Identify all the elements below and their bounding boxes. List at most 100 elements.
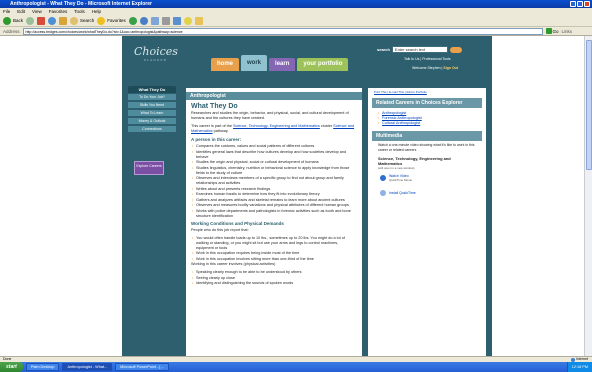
menu-favorites[interactable]: Favorites [49, 8, 68, 15]
list-item: Seeing clearly up close [191, 276, 357, 281]
list-item: Gathers and analyzes artifacts and skele… [191, 198, 357, 203]
start-button[interactable]: start [0, 362, 23, 372]
tab-work[interactable]: work [241, 55, 268, 71]
stop-button[interactable] [37, 16, 46, 25]
close-button[interactable] [584, 1, 590, 7]
menu-file[interactable]: File [3, 8, 10, 15]
related-career-link[interactable]: Cultural Anthropologist [378, 121, 476, 125]
left-nav-item-job[interactable]: To Do Your Job? [128, 94, 176, 101]
related-career-link[interactable]: Anthropologist [378, 111, 476, 115]
links-button[interactable]: Links [562, 29, 573, 34]
pathway-suffix: pathway. [213, 129, 229, 133]
printer-icon [161, 16, 170, 25]
home-button[interactable] [59, 16, 68, 25]
list-item: Observes and interviews members of a spe… [191, 176, 357, 186]
list-item: Work in this occupation involves sitting… [191, 257, 357, 262]
list-item: Studies the origin and physical, social … [191, 160, 357, 165]
cluster-link[interactable]: Science, Technology, Engineering and Mat… [233, 124, 320, 128]
history-button[interactable] [139, 16, 148, 25]
list-item: Writes about and presents research findi… [191, 187, 357, 192]
conditions-list: You would often handle loads up to 10 lb… [191, 236, 357, 262]
page-scrollbar[interactable] [584, 36, 592, 356]
address-bar: Address http://access.bridges.com/choice… [0, 27, 592, 36]
site-logo[interactable]: Choices PLANNER [134, 45, 178, 62]
tab-home[interactable]: home [211, 58, 240, 71]
menu-help[interactable]: Help [92, 8, 101, 15]
related-career-link[interactable]: Forensic Anthropologist [378, 116, 476, 120]
go-button[interactable]: Go [545, 28, 559, 34]
explore-careers-badge[interactable]: Explore Careers [134, 161, 164, 175]
window-controls [570, 1, 590, 7]
menu-tools[interactable]: Tools [74, 8, 85, 15]
quicktime-icon [380, 190, 386, 196]
search-button[interactable]: Search [70, 16, 95, 25]
watch-video-link[interactable]: Watch Video QuickTime Movie [372, 170, 482, 186]
mail-button[interactable] [150, 16, 159, 25]
occupation-title-strip: Anthropologist [186, 92, 362, 100]
back-button[interactable]: Back [3, 16, 24, 25]
logo-subtext: PLANNER [144, 58, 167, 62]
left-nav-item-skills[interactable]: Skills You Need [128, 102, 176, 109]
maximize-button[interactable] [577, 1, 583, 7]
folder-button[interactable] [194, 16, 203, 25]
scrollbar-thumb[interactable] [586, 40, 592, 170]
list-item: Speaking clearly enough to be able to be… [191, 270, 357, 275]
browser-toolbar: Back Search Favorites [0, 15, 592, 27]
taskbar-item[interactable]: Microsoft PowerPoint - [... [115, 363, 169, 371]
multimedia-cluster: Science, Technology, Engineering and Mat… [378, 156, 451, 166]
left-nav-item-connections[interactable]: Connections [128, 126, 176, 133]
page-tools-links[interactable]: Print This | E-mail This | Add to Portfo… [368, 88, 486, 96]
main-content: Anthropologist What They Do Researches a… [186, 88, 362, 356]
forward-button[interactable] [26, 16, 35, 25]
back-label: Back [13, 18, 24, 23]
related-careers-list: Anthropologist Forensic Anthropologist C… [372, 108, 482, 129]
tab-learn[interactable]: learn [269, 58, 296, 71]
tab-portfolio[interactable]: your portfolio [297, 58, 349, 71]
welcome-text: Welcome Stephen | [412, 66, 443, 70]
list-item: You would often handle loads up to 10 lb… [191, 236, 357, 251]
search-label: Search [80, 18, 95, 23]
edit-button[interactable] [172, 16, 181, 25]
globe-icon [571, 357, 576, 362]
install-quicktime-link[interactable]: Install QuickTime [372, 186, 482, 200]
multimedia-text: Watch a one-minute video showing what it… [378, 143, 475, 152]
print-button[interactable] [161, 16, 170, 25]
refresh-icon [48, 16, 57, 25]
media-button[interactable] [128, 16, 137, 25]
menu-edit[interactable]: Edit [17, 8, 25, 15]
menu-bar: File Edit View Favorites Tools Help [0, 8, 592, 15]
left-nav-item-learn[interactable]: What To Learn [128, 110, 176, 117]
site-header: Choices PLANNER home work learn your por… [122, 36, 492, 88]
taskbar-item[interactable]: Palm Desktop [25, 363, 60, 371]
list-item: Identifies general laws that describe ho… [191, 150, 357, 160]
menu-view[interactable]: View [32, 8, 42, 15]
logo-text: Choices [134, 45, 178, 58]
taskbar-item-active[interactable]: Anthropologist - What... [62, 363, 113, 371]
search-input[interactable]: Enter search text [391, 46, 448, 53]
search-go-button[interactable] [449, 46, 462, 53]
cluster-prefix: This career is part of the [191, 124, 232, 128]
list-item: Works with police departments and pathol… [191, 209, 357, 219]
mail-icon [150, 16, 159, 25]
conditions-intro: People who do this job report that: [191, 227, 249, 232]
refresh-button[interactable] [48, 16, 57, 25]
left-nav-item-money[interactable]: Money & Outlook [128, 118, 176, 125]
minimize-button[interactable] [570, 1, 576, 7]
page-title: What They Do [191, 103, 238, 110]
left-nav-header[interactable]: What They Do [128, 86, 176, 93]
multimedia-heading: Multimedia [372, 131, 482, 141]
address-input[interactable]: http://access.bridges.com/choices/work/w… [22, 27, 543, 35]
top-links[interactable]: Talk to Us | Professional Tools [404, 57, 451, 61]
favorites-button[interactable]: Favorites [97, 16, 126, 25]
star-icon [97, 16, 106, 25]
favorites-label: Favorites [107, 18, 126, 23]
window-title: Anthropologist - What They Do - Microsof… [10, 1, 152, 7]
address-label: Address [3, 28, 20, 34]
list-item: Compares the customs, values and social … [191, 144, 357, 149]
career-cluster-text: This career is part of the Science, Tech… [191, 124, 357, 134]
conditions-heading: Working Conditions and Physical Demands [191, 220, 284, 226]
sign-out-link[interactable]: Sign Out [443, 66, 458, 70]
video-play-icon [380, 175, 386, 181]
messenger-button[interactable] [183, 16, 192, 25]
window-titlebar: Anthropologist - What They Do - Microsof… [0, 0, 592, 8]
